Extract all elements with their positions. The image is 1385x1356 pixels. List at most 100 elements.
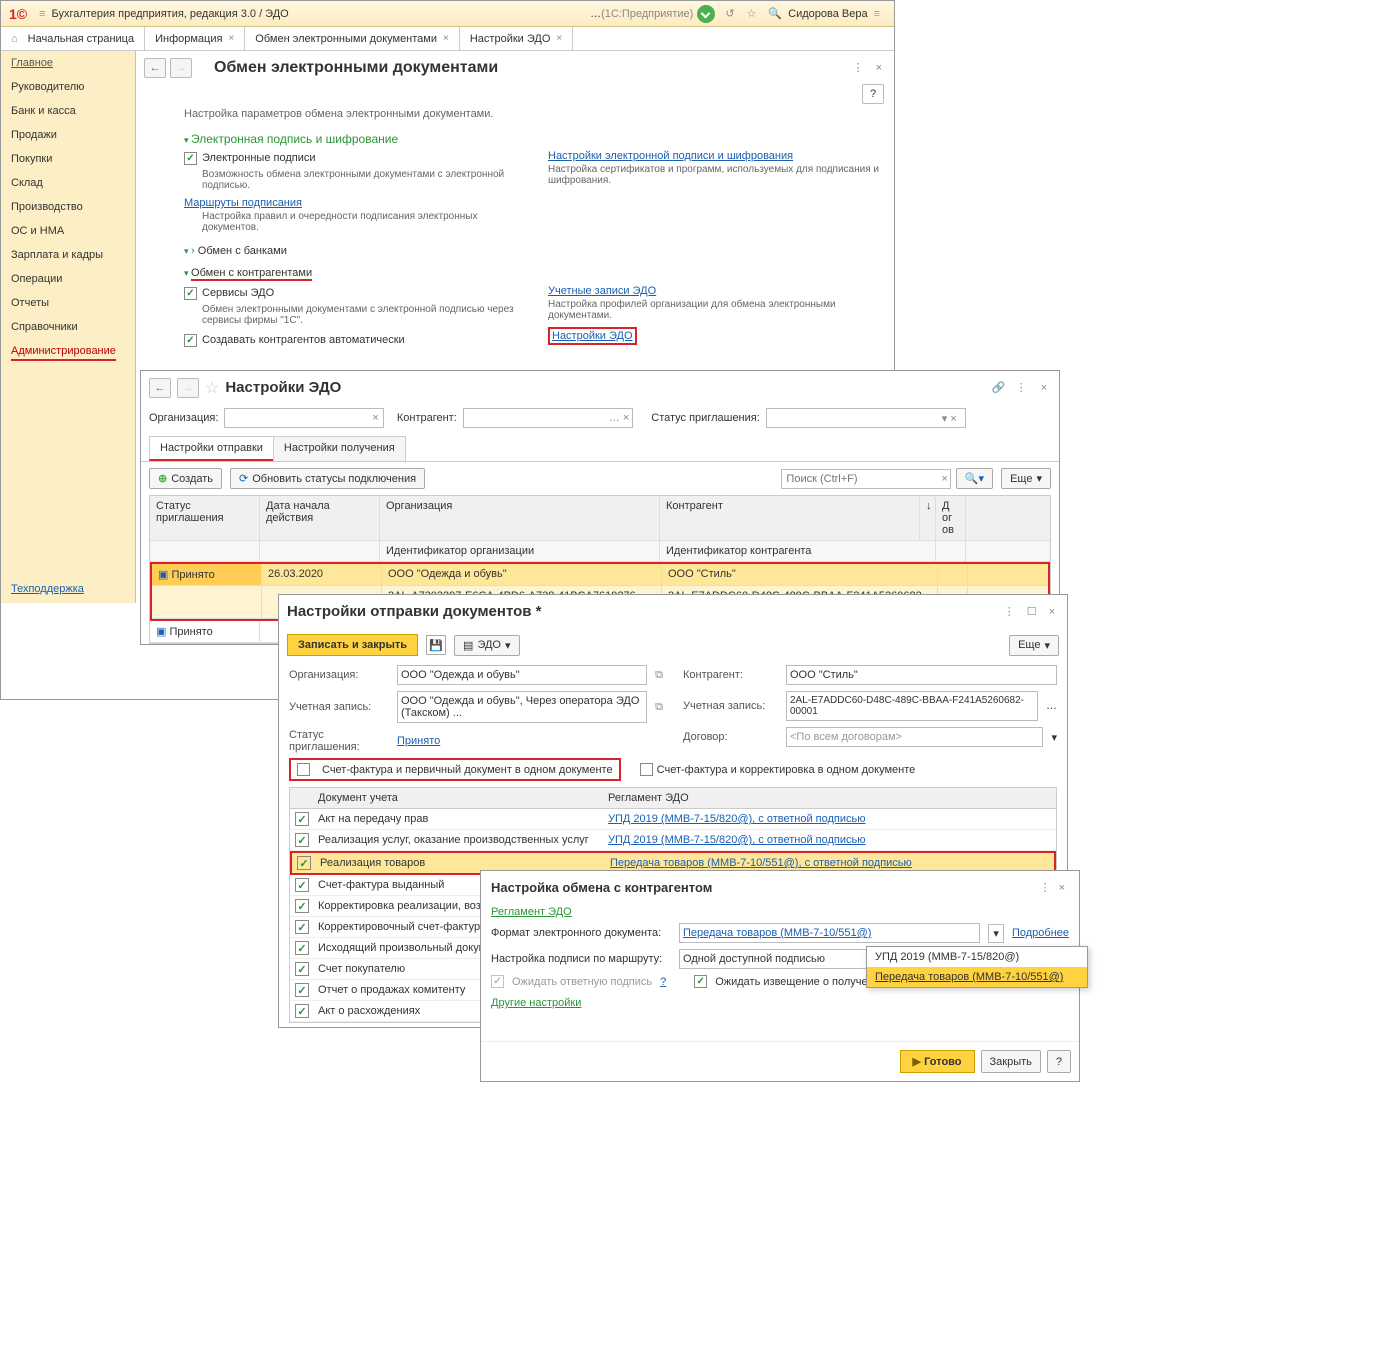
section-reglament[interactable]: Регламент ЭДО — [481, 904, 1079, 920]
side-main[interactable]: Главное — [1, 51, 135, 75]
side-item[interactable]: Справочники — [1, 315, 135, 339]
dropdown-option[interactable]: Передача товаров (ММВ-7-10/551@) — [867, 967, 1087, 987]
more-link[interactable]: Подробнее — [1012, 927, 1069, 939]
contractor-field[interactable]: ООО "Стиль" — [786, 665, 1057, 685]
checkbox-edo-services[interactable] — [184, 287, 197, 300]
tab-edo-settings[interactable]: Настройки ЭДО× — [460, 27, 573, 50]
side-item[interactable]: Банк и касса — [1, 99, 135, 123]
link-icon[interactable]: 🔗 — [992, 381, 1006, 394]
close-button[interactable]: Закрыть — [981, 1050, 1041, 1073]
checkbox-correction[interactable] — [640, 763, 653, 776]
checkbox-single-doc[interactable] — [297, 763, 310, 776]
history-icon[interactable]: ↺ — [719, 4, 740, 23]
star-icon[interactable]: ☆ — [205, 378, 219, 398]
checkbox-wait-sign — [491, 975, 504, 988]
org-input[interactable] — [224, 408, 384, 428]
contract-field[interactable]: <По всем договорам> — [786, 727, 1043, 747]
close-icon[interactable]: × — [1037, 378, 1051, 398]
account2-field[interactable]: 2AL-E7ADDC60-D48C-489C-BBAA-F241A5260682… — [786, 691, 1038, 721]
checkbox-auto-contractors[interactable] — [184, 334, 197, 347]
side-item[interactable]: Отчеты — [1, 291, 135, 315]
dropdown-option[interactable]: УПД 2019 (ММВ-7-15/820@) — [867, 947, 1087, 967]
link-edo-accounts[interactable]: Учетные записи ЭДО — [548, 285, 656, 297]
side-item[interactable]: Зарплата и кадры — [1, 243, 135, 267]
format-dropdown[interactable]: Передача товаров (ММВ-7-10/551@) — [679, 923, 980, 943]
favorite-icon[interactable]: ☆ — [741, 4, 763, 23]
help-button[interactable]: ? — [862, 84, 884, 104]
side-item[interactable]: Руководителю — [1, 75, 135, 99]
app-title: Бухгалтерия предприятия, редакция 3.0 / … — [52, 8, 289, 20]
close-icon[interactable]: × — [1055, 878, 1069, 898]
link-sign-settings[interactable]: Настройки электронной подписи и шифрован… — [548, 150, 793, 162]
tab-edo-exchange[interactable]: Обмен электронными документами× — [245, 27, 460, 50]
section-contractors[interactable]: Обмен с контрагентами — [136, 261, 894, 285]
window-title: Настройки отправки документов * — [287, 603, 542, 620]
more-icon[interactable]: ⋮ — [1012, 377, 1031, 398]
table-row[interactable]: Акт на передачу правУПД 2019 (ММВ-7-15/8… — [290, 809, 1056, 830]
back-button[interactable]: ← — [144, 58, 166, 78]
side-item[interactable]: ОС и НМА — [1, 219, 135, 243]
more-icon[interactable]: ⋮ — [849, 57, 868, 78]
section-banks[interactable]: › Обмен с банками — [136, 239, 894, 261]
maximize-icon[interactable]: ☐ — [1027, 605, 1037, 618]
ready-button[interactable]: Готово — [900, 1050, 975, 1073]
contractor-input[interactable] — [463, 408, 633, 428]
notifications-icon[interactable] — [697, 5, 715, 23]
side-item[interactable]: Склад — [1, 171, 135, 195]
refresh-button[interactable]: ⟳Обновить статусы подключения — [230, 468, 425, 489]
save-close-button[interactable]: Записать и закрыть — [287, 634, 418, 656]
forward-button[interactable]: → — [177, 378, 199, 398]
tab-info[interactable]: Информация× — [145, 27, 245, 50]
side-item[interactable]: Покупки — [1, 147, 135, 171]
link-edo-settings[interactable]: Настройки ЭДО — [548, 327, 637, 345]
search-input[interactable] — [781, 469, 951, 489]
sidebar: Главное Руководителю Банк и касса Продаж… — [1, 51, 136, 603]
table-row[interactable]: Реализация услуг, оказание производствен… — [290, 830, 1056, 851]
help-button[interactable]: ? — [1047, 1050, 1071, 1073]
status-link[interactable]: Принято — [397, 735, 440, 747]
search-icon[interactable]: 🔍 — [762, 4, 788, 23]
close-icon[interactable]: × — [1045, 602, 1059, 622]
side-item[interactable]: Продажи — [1, 123, 135, 147]
close-icon[interactable]: × — [228, 33, 234, 44]
close-icon[interactable]: × — [556, 33, 562, 44]
back-button[interactable]: ← — [149, 378, 171, 398]
close-icon[interactable]: × — [872, 58, 886, 78]
create-button[interactable]: ⊕Создать — [149, 468, 222, 489]
save-icon[interactable]: 💾 — [426, 635, 446, 655]
subtab-send[interactable]: Настройки отправки — [149, 436, 274, 461]
close-icon[interactable]: × — [443, 33, 449, 44]
account-field[interactable]: ООО "Одежда и обувь", Через оператора ЭД… — [397, 691, 647, 723]
checkbox-wait-notice[interactable] — [694, 975, 707, 988]
format-dropdown-list: УПД 2019 (ММВ-7-15/820@) Передача товаро… — [866, 946, 1088, 988]
more-icon[interactable]: ⋮ — [1036, 877, 1055, 898]
window-title: Настройка обмена с контрагентом — [491, 880, 1036, 895]
page-title: Обмен электронными документами — [214, 59, 498, 77]
more-button[interactable]: Еще ▾ — [1001, 468, 1051, 489]
edo-menu[interactable]: ▤ ЭДО ▾ — [454, 635, 519, 656]
side-item[interactable]: Операции — [1, 267, 135, 291]
status-input[interactable] — [766, 408, 966, 428]
other-settings-link[interactable]: Другие настройки — [481, 991, 1079, 1015]
org-field[interactable]: ООО "Одежда и обувь" — [397, 665, 647, 685]
page-desc: Настройка параметров обмена электронными… — [136, 104, 894, 128]
more-icon[interactable]: ⋮ — [1000, 601, 1019, 622]
user-name[interactable]: Сидорова Вера — [788, 8, 867, 20]
tab-home[interactable]: Начальная страница — [1, 27, 145, 50]
main-tabs: Начальная страница Информация× Обмен эле… — [1, 27, 894, 51]
search-button[interactable]: 🔍▾ — [956, 468, 993, 489]
subtab-receive[interactable]: Настройки получения — [273, 436, 406, 461]
support-link[interactable]: Техподдержка — [1, 575, 135, 603]
forward-button[interactable]: → — [170, 58, 192, 78]
side-item[interactable]: Производство — [1, 195, 135, 219]
section-signature[interactable]: Электронная подпись и шифрование — [136, 128, 894, 150]
side-admin[interactable]: Администрирование — [11, 343, 116, 361]
titlebar: 1© ≡ Бухгалтерия предприятия, редакция 3… — [1, 1, 894, 27]
checkbox-esign[interactable] — [184, 152, 197, 165]
menu-icon[interactable]: ≡ — [868, 5, 886, 23]
more-button[interactable]: Еще ▾ — [1009, 635, 1059, 656]
logo-1c: 1© — [9, 6, 27, 22]
table-row[interactable]: ▣ Принято 26.03.2020 ООО "Одежда и обувь… — [152, 564, 1048, 586]
app-mode: (1С:Предприятие) — [601, 8, 693, 20]
link-routes[interactable]: Маршруты подписания — [184, 197, 302, 209]
